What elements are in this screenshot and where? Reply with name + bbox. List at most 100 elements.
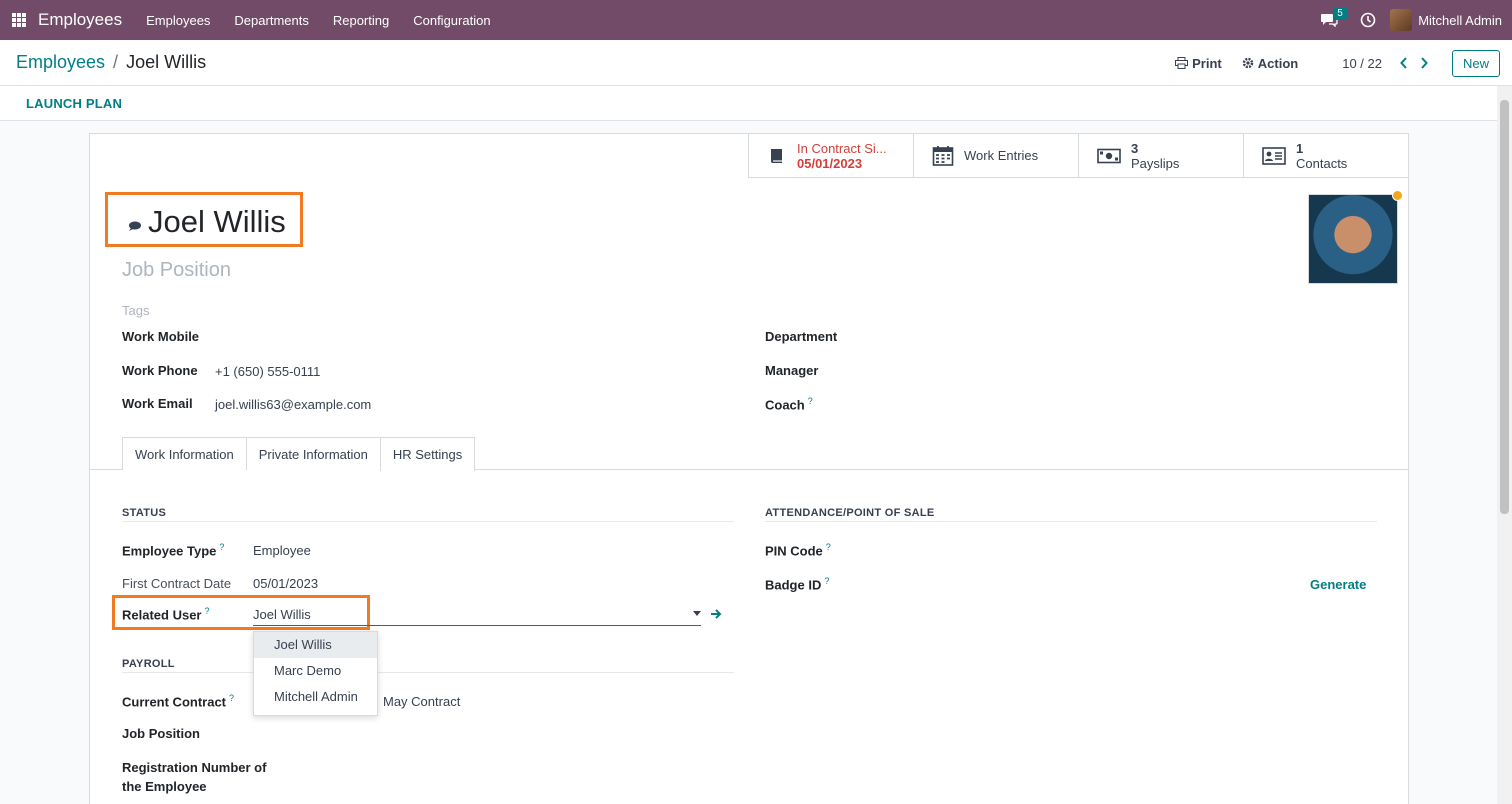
work-phone-label: Work Phone (122, 363, 198, 378)
breadcrumb: Employees / Joel Willis (16, 52, 206, 73)
control-actions: Print Action 10 / 22 New (1175, 48, 1500, 78)
menu-employees[interactable]: Employees (146, 13, 210, 28)
menu-configuration[interactable]: Configuration (413, 13, 490, 28)
tags-input[interactable]: Tags (122, 303, 149, 318)
action-button[interactable]: Action (1242, 56, 1298, 71)
payslips-label: Payslips (1131, 155, 1180, 171)
pin-code-help-icon[interactable]: ? (826, 542, 831, 552)
related-user-underline (253, 625, 701, 626)
breadcrumb-current: Joel Willis (126, 52, 207, 72)
menu-reporting[interactable]: Reporting (333, 13, 389, 28)
apps-grid-icon[interactable] (12, 13, 26, 27)
pin-code-label: PIN Code? (765, 542, 831, 559)
contacts-count: 1 (1296, 140, 1304, 156)
status-dot (1392, 190, 1403, 201)
top-navbar: Employees Employees Departments Reportin… (0, 0, 1512, 40)
print-button[interactable]: Print (1175, 56, 1222, 71)
employee-name-field[interactable]: Joel Willis (128, 204, 286, 240)
coach-label: Coach? (765, 396, 813, 413)
payslips-count: 3 (1131, 140, 1139, 156)
employee-photo[interactable] (1308, 194, 1398, 284)
employee-name: Joel Willis (148, 204, 286, 239)
work-email-value[interactable]: joel.willis63@example.com (215, 397, 371, 412)
contract-smart-button[interactable]: In Contract Si... 05/01/2023 (748, 134, 913, 178)
chat-count-badge: 5 (1333, 7, 1347, 20)
page-scrollbar[interactable] (1497, 86, 1512, 804)
book-icon (771, 148, 782, 163)
payslips-smart-button[interactable]: 3 Payslips (1078, 134, 1243, 178)
first-contract-date-value: 05/01/2023 (253, 576, 319, 591)
contract-status: In Contract Si... (797, 140, 887, 156)
work-entries-label: Work Entries (964, 148, 1039, 163)
work-phone-value[interactable]: +1 (650) 555-0111 (215, 364, 320, 379)
employee-type-help-icon[interactable]: ? (219, 542, 224, 552)
status-bar: LAUNCH PLAN (0, 86, 1497, 121)
address-card-icon (1262, 146, 1286, 165)
payroll-section-line (122, 672, 734, 673)
chevron-down-icon[interactable] (693, 611, 701, 616)
department-label: Department (765, 329, 838, 344)
menu-departments[interactable]: Departments (234, 13, 308, 28)
breadcrumb-separator: / (113, 52, 119, 72)
action-label: Action (1257, 55, 1299, 71)
related-user-label: Related User? (122, 606, 210, 623)
contract-date: 05/01/2023 (797, 155, 863, 171)
attendance-section-line (765, 521, 1377, 522)
notebook-tabs: Work Information Private Information HR … (122, 437, 476, 471)
smart-button-box: In Contract Si... 05/01/2023 Work Entrie… (748, 134, 1408, 178)
payroll-job-position-label: Job Position (122, 726, 200, 741)
print-label: Print (1192, 55, 1222, 71)
app-brand[interactable]: Employees (38, 10, 122, 30)
dropdown-option[interactable]: Joel Willis (254, 632, 377, 658)
calendar-icon (932, 145, 954, 166)
work-entries-smart-button[interactable]: Work Entries (913, 134, 1078, 178)
pager-next-icon[interactable] (1414, 53, 1434, 73)
payroll-section-title: PAYROLL (122, 658, 175, 670)
launch-plan-button[interactable]: LAUNCH PLAN (26, 96, 122, 111)
arrow-right-icon[interactable] (710, 608, 722, 623)
work-email-label: Work Email (122, 396, 193, 411)
pager-value[interactable]: 10 / 22 (1342, 56, 1382, 71)
first-contract-date-label: First Contract Date (122, 576, 232, 591)
employee-type-label: Employee Type? (122, 542, 225, 559)
status-section-line (122, 521, 734, 522)
status-section-title: STATUS (122, 507, 167, 519)
badge-id-label: Badge ID? (765, 576, 830, 593)
coach-help-icon[interactable]: ? (808, 396, 813, 406)
contacts-label: Contacts (1296, 155, 1348, 171)
related-user-dropdown: Joel Willis Marc Demo Mitchell Admin (253, 631, 378, 716)
current-contract-help-icon[interactable]: ? (229, 693, 234, 703)
dropdown-option[interactable]: Mitchell Admin (254, 684, 377, 710)
breadcrumb-parent[interactable]: Employees (16, 52, 105, 73)
registration-number-label-line2: the Employee (122, 779, 207, 794)
tab-hr-settings[interactable]: HR Settings (379, 437, 476, 471)
user-avatar[interactable] (1390, 9, 1413, 31)
related-user-help-icon[interactable]: ? (204, 606, 209, 616)
gear-icon (1242, 57, 1254, 69)
user-name[interactable]: Mitchell Admin (1418, 13, 1502, 28)
scrollbar-thumb[interactable] (1500, 100, 1509, 514)
clock-icon[interactable] (1360, 12, 1376, 28)
dropdown-option[interactable]: Marc Demo (254, 658, 377, 684)
current-contract-value[interactable]: May Contract (383, 694, 460, 709)
new-button[interactable]: New (1451, 49, 1500, 77)
tab-work-information[interactable]: Work Information (122, 437, 247, 470)
related-user-input[interactable]: Joel Willis (253, 607, 311, 622)
navbar-right: 5 Mitchell Admin (1320, 0, 1512, 40)
contacts-smart-button[interactable]: 1 Contacts (1243, 134, 1408, 178)
control-panel: Employees / Joel Willis Print Action 10 … (0, 40, 1512, 86)
presence-chat-icon (129, 221, 141, 231)
job-position-input[interactable]: Job Position (122, 259, 231, 282)
work-mobile-label: Work Mobile (122, 329, 200, 344)
registration-number-label-line1: Registration Number of (122, 760, 267, 775)
chat-icon[interactable]: 5 (1320, 7, 1347, 28)
badge-id-help-icon[interactable]: ? (824, 576, 829, 586)
money-icon (1097, 148, 1121, 163)
tab-private-information[interactable]: Private Information (245, 437, 381, 470)
manager-label: Manager (765, 363, 819, 378)
pager-previous-icon[interactable] (1394, 53, 1414, 73)
generate-badge-button[interactable]: Generate (1310, 577, 1366, 592)
current-contract-label: Current Contract? (122, 693, 235, 710)
employee-type-value[interactable]: Employee (253, 543, 311, 558)
attendance-section-title: ATTENDANCE/POINT OF SALE (765, 507, 935, 519)
